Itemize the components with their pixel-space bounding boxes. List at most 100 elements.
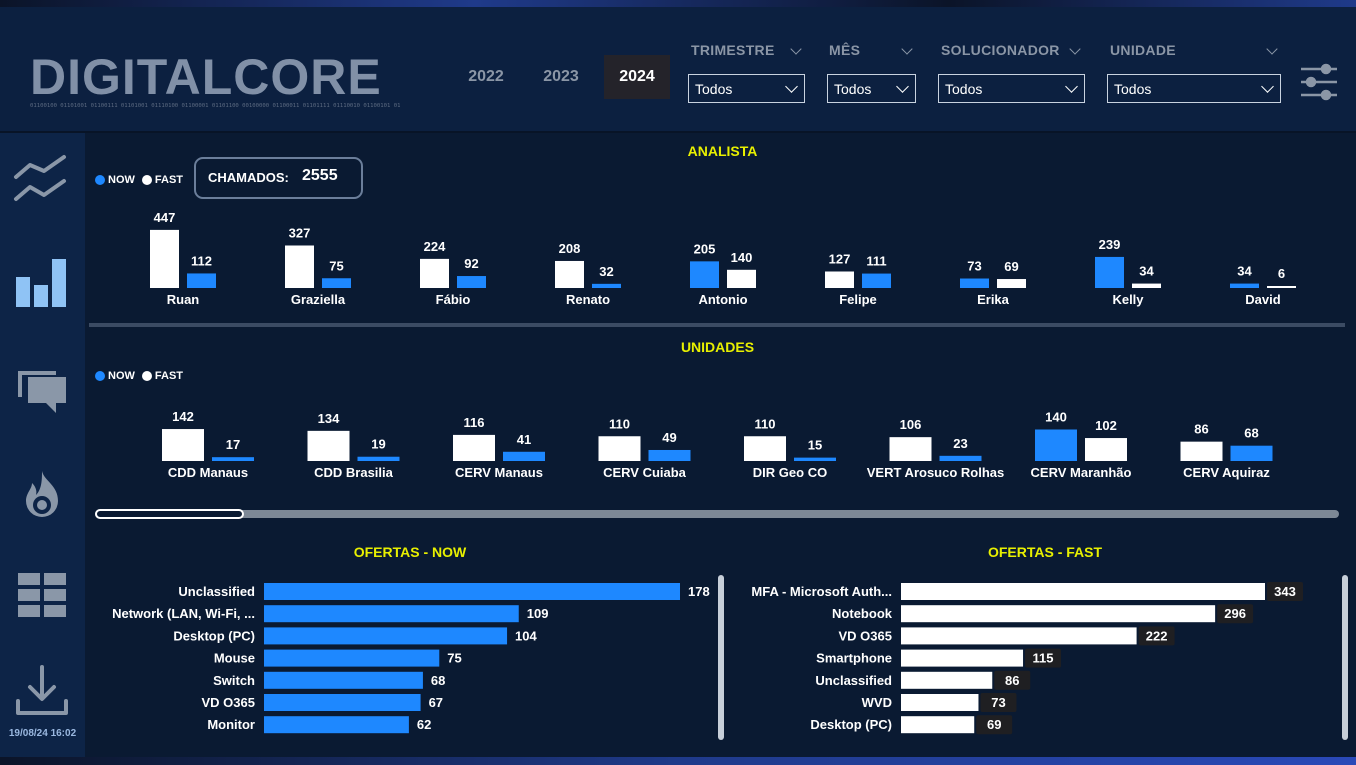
- filter-sliders-icon[interactable]: [1300, 62, 1338, 102]
- bar: [901, 649, 1024, 667]
- data-label: 140: [1045, 410, 1067, 425]
- bar-right: [1230, 445, 1273, 461]
- category-label: David: [1245, 292, 1280, 307]
- horizontal-scrollbar[interactable]: [95, 509, 1339, 519]
- data-label: 111: [866, 254, 886, 269]
- bar-left: [420, 258, 449, 288]
- header-bar: DIGITALCORE 01100100 01101001 01100111 0…: [0, 7, 1356, 133]
- data-label: 110: [609, 416, 630, 431]
- legend-fast-dot: [141, 175, 152, 185]
- filter-select-mes[interactable]: Todos: [827, 74, 916, 103]
- category-label: CERV Maranhão: [1031, 465, 1132, 480]
- bar: [264, 716, 409, 734]
- bar: [264, 671, 423, 689]
- chevron-down-icon[interactable]: [901, 43, 913, 55]
- bar-left: [598, 436, 641, 461]
- data-label: 86: [1005, 673, 1019, 688]
- bar-right: [997, 279, 1026, 288]
- fire-icon[interactable]: [12, 467, 72, 527]
- bar: [901, 605, 1216, 623]
- data-label: 68: [431, 673, 445, 688]
- category-label: Felipe: [839, 292, 877, 307]
- vertical-scrollbar-now[interactable]: [718, 575, 724, 740]
- filter-select-unidade[interactable]: Todos: [1107, 74, 1281, 103]
- legend-analista: NOW FAST: [95, 174, 183, 186]
- dashboard-frame: DIGITALCORE 01100100 01101001 01100111 0…: [0, 0, 1356, 765]
- data-label: 62: [417, 717, 431, 732]
- filter-value-solucionador: Todos: [945, 81, 983, 97]
- category-label: Kelly: [1112, 292, 1144, 307]
- data-label: 69: [987, 717, 1001, 732]
- filter-label-solucionador: SOLUCIONADOR: [941, 42, 1060, 58]
- year-button-2024[interactable]: 2024: [604, 55, 670, 99]
- bar-left: [453, 434, 495, 461]
- data-label: 67: [429, 695, 443, 710]
- sidebar: [0, 133, 85, 757]
- filter-label-unidade: UNIDADE: [1110, 42, 1176, 58]
- data-label: 112: [191, 253, 212, 268]
- vertical-scrollbar-fast[interactable]: [1342, 575, 1348, 740]
- bar-left: [307, 430, 350, 461]
- bar-left: [162, 429, 204, 461]
- last-update-timestamp: 19/08/24 16:02: [8, 728, 77, 739]
- chat-icon[interactable]: [12, 363, 72, 423]
- filter-value-unidade: Todos: [1114, 81, 1152, 97]
- bar-left: [825, 271, 854, 288]
- filter-label-trimestre: TRIMESTRE: [691, 42, 775, 58]
- category-label: VERT Arosuco Rolhas: [867, 465, 1004, 480]
- bar-right: [862, 273, 891, 288]
- grid-icon[interactable]: [12, 565, 72, 625]
- chart-unidades: 142 17 CDD Manaus 134 19 CDD Brasilia 116 41 CER…: [162, 409, 1273, 480]
- chevron-down-icon[interactable]: [790, 43, 802, 55]
- category-label: Unclassified: [178, 584, 255, 599]
- category-label: Unclassified: [815, 673, 892, 688]
- category-label: Mouse: [214, 651, 255, 666]
- category-label: Erika: [977, 292, 1010, 307]
- bar: [264, 605, 519, 623]
- year-button-2022[interactable]: 2022: [453, 55, 519, 99]
- bar-chart-icon[interactable]: [12, 251, 72, 311]
- bar: [264, 649, 440, 667]
- category-label: Network (LAN, Wi-Fi, ...: [112, 606, 255, 621]
- data-label: 239: [1099, 237, 1121, 252]
- data-label: 23: [953, 436, 967, 451]
- section-title-analista: ANALISTA: [687, 143, 758, 159]
- data-label: 343: [1274, 584, 1296, 599]
- category-label: CERV Cuiaba: [603, 465, 687, 480]
- data-label: 6: [1278, 266, 1285, 281]
- data-label: 34: [1237, 264, 1252, 279]
- logo-binary-strip: 01100100 01101001 01100111 01101001 0111…: [30, 103, 400, 109]
- category-label: Antonio: [698, 292, 747, 307]
- filter-select-trimestre[interactable]: Todos: [688, 74, 805, 103]
- data-label: 34: [1139, 264, 1154, 279]
- bar: [901, 627, 1137, 645]
- section-title-unidades: UNIDADES: [680, 339, 755, 355]
- bar-left: [960, 278, 989, 288]
- bar-right: [939, 455, 982, 461]
- chevron-down-icon[interactable]: [1266, 43, 1278, 55]
- data-label: 106: [900, 417, 922, 432]
- logo: DIGITALCORE: [30, 49, 382, 105]
- data-label: 75: [447, 651, 461, 666]
- download-icon[interactable]: [12, 663, 72, 723]
- year-button-2023[interactable]: 2023: [528, 55, 594, 99]
- line-chart-icon[interactable]: [12, 151, 72, 211]
- bottom-accent-line: [0, 757, 1356, 765]
- category-label: Graziella: [291, 292, 346, 307]
- category-label: Monitor: [207, 717, 255, 732]
- category-label: Renato: [566, 292, 610, 307]
- section-title-ofertas-fast: OFERTAS - FAST: [987, 544, 1103, 560]
- category-label: Desktop (PC): [810, 717, 892, 732]
- data-label: 92: [464, 256, 478, 271]
- category-label: VD O365: [839, 628, 892, 643]
- bar-left: [1095, 256, 1124, 288]
- legend-fast-label: FAST: [154, 370, 184, 382]
- category-label: CDD Brasilia: [314, 465, 394, 480]
- chevron-down-icon[interactable]: [1069, 43, 1081, 55]
- data-label: 19: [371, 437, 385, 452]
- chart-ofertas-fast: MFA - Microsoft Auth... 343 Notebook 296 VD …: [751, 582, 1303, 735]
- scrollbar-thumb[interactable]: [95, 509, 244, 519]
- filter-select-solucionador[interactable]: Todos: [938, 74, 1085, 103]
- bar-left: [285, 245, 314, 288]
- legend-fast-label: FAST: [154, 174, 184, 186]
